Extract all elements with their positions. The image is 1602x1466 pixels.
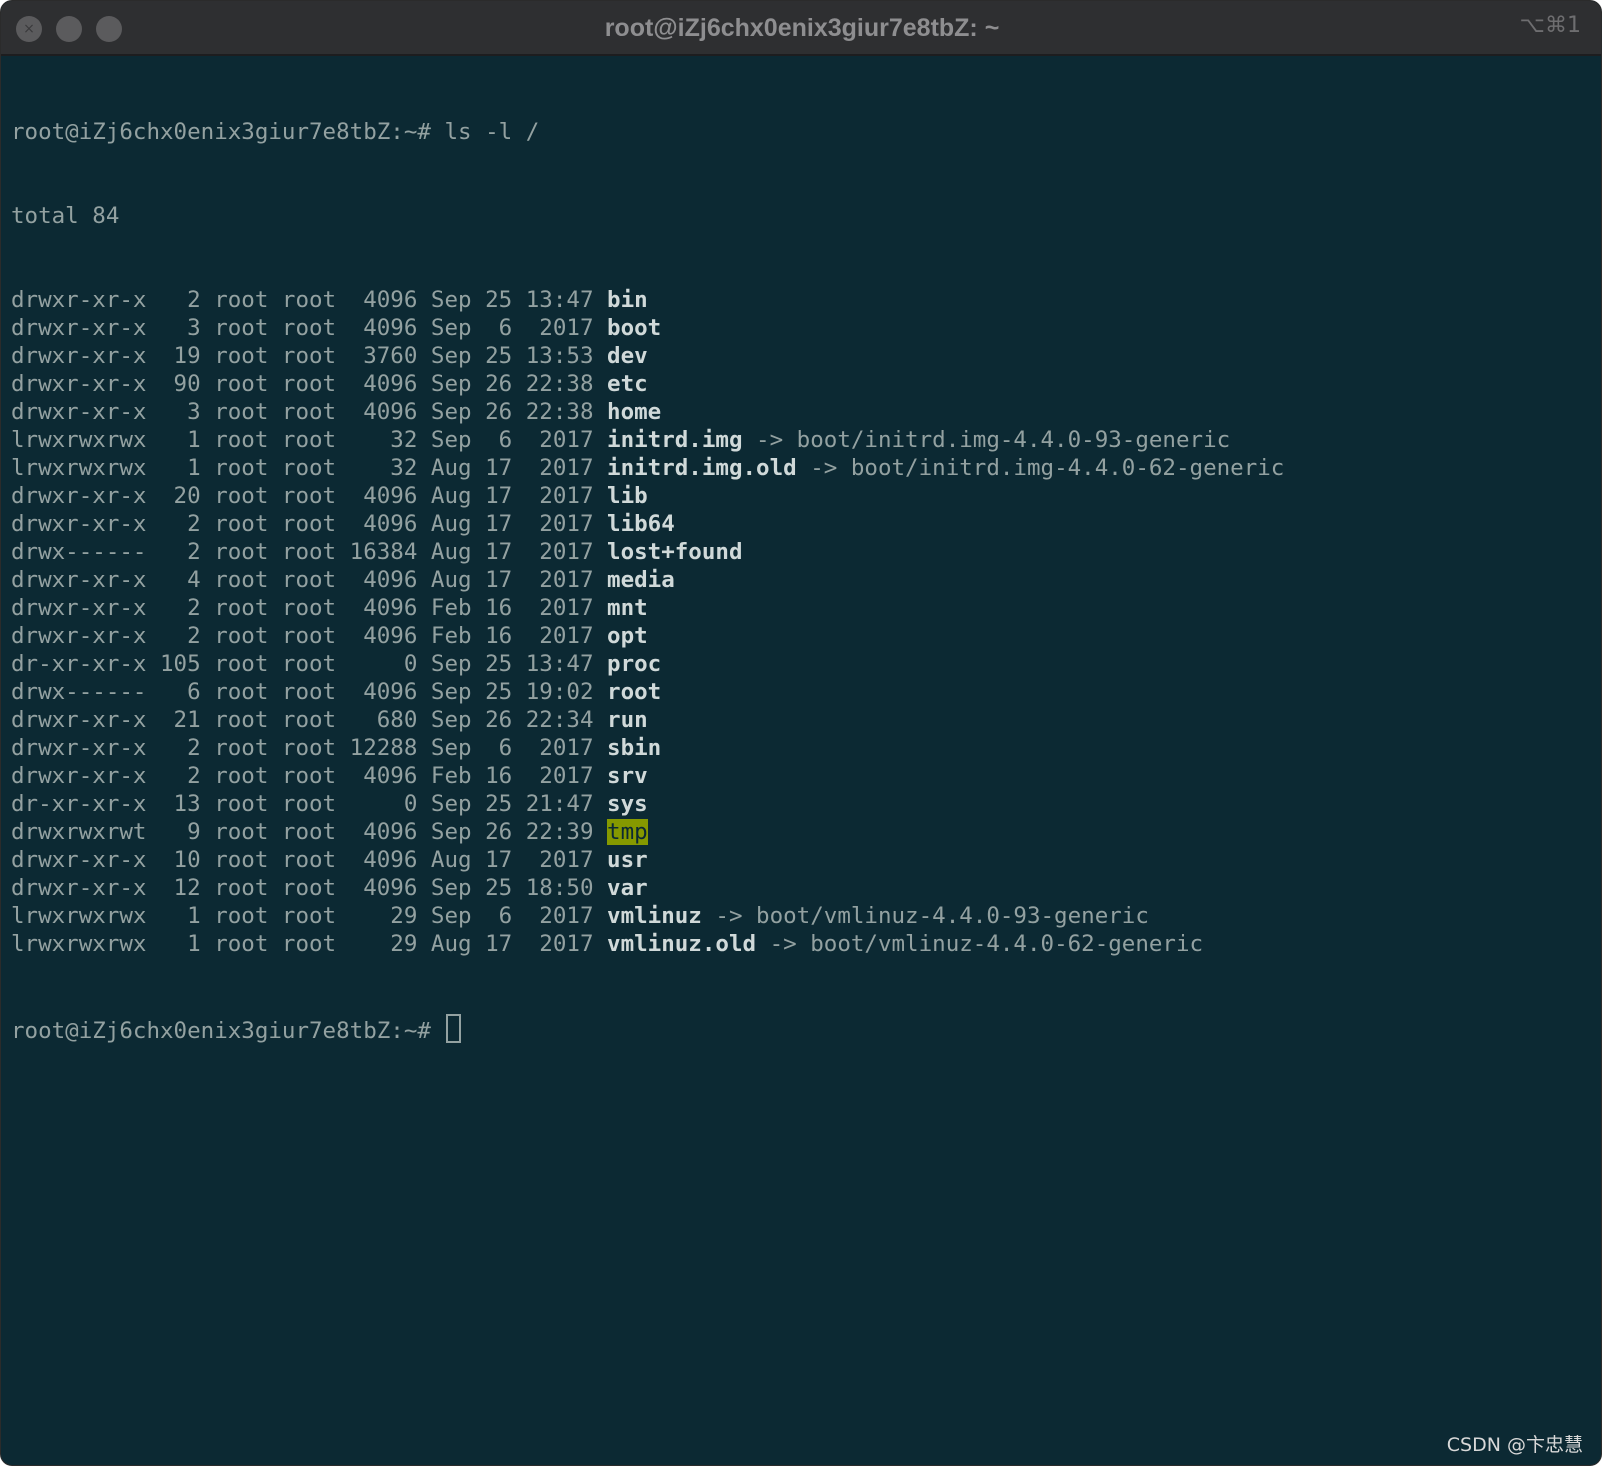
file-name: opt: [607, 623, 648, 649]
listing-row: drwx------ 2 root root 16384 Aug 17 2017…: [11, 538, 1591, 566]
file-meta: drwxr-xr-x 12 root root 4096 Sep 25 18:5…: [11, 875, 594, 901]
listing-row: drwxr-xr-x 4 root root 4096 Aug 17 2017 …: [11, 566, 1591, 594]
file-name: home: [607, 399, 662, 425]
file-name: bin: [607, 287, 648, 313]
file-name: lib64: [607, 511, 675, 537]
file-name: vmlinuz: [607, 903, 702, 929]
file-meta: drwxr-xr-x 3 root root 4096 Sep 26 22:38: [11, 399, 594, 425]
prompt: root@iZj6chx0enix3giur7e8tbZ:~#: [11, 1018, 431, 1044]
file-name: usr: [607, 847, 648, 873]
file-meta: dr-xr-xr-x 105 root root 0 Sep 25 13:47: [11, 651, 594, 677]
terminal-window: × root@iZj6chx0enix3giur7e8tbZ: ~ ⌥⌘1 ro…: [0, 0, 1602, 1466]
window-title: root@iZj6chx0enix3giur7e8tbZ: ~: [604, 14, 1000, 42]
total-line: total 84: [11, 203, 120, 229]
file-name: mnt: [607, 595, 648, 621]
file-name: lost+found: [607, 539, 743, 565]
file-meta: drwxr-xr-x 2 root root 4096 Sep 25 13:47: [11, 287, 594, 313]
file-name: initrd.img.old: [607, 455, 797, 481]
file-name: dev: [607, 343, 648, 369]
listing-row: drwxr-xr-x 2 root root 4096 Feb 16 2017 …: [11, 762, 1591, 790]
listing-row: dr-xr-xr-x 105 root root 0 Sep 25 13:47 …: [11, 650, 1591, 678]
listing-row: drwx------ 6 root root 4096 Sep 25 19:02…: [11, 678, 1591, 706]
prompt-line: root@iZj6chx0enix3giur7e8tbZ:~#: [11, 1014, 1591, 1044]
file-meta: lrwxrwxrwx 1 root root 32 Sep 6 2017: [11, 427, 594, 453]
listing-row: lrwxrwxrwx 1 root root 29 Sep 6 2017 vml…: [11, 902, 1591, 930]
watermark: CSDN @卞忠慧: [1446, 1434, 1583, 1456]
file-meta: drwxr-xr-x 3 root root 4096 Sep 6 2017: [11, 315, 594, 341]
listing-row: drwxr-xr-x 20 root root 4096 Aug 17 2017…: [11, 482, 1591, 510]
file-meta: drwxr-xr-x 2 root root 4096 Feb 16 2017: [11, 595, 594, 621]
keyboard-shortcut: ⌥⌘1: [1519, 13, 1581, 38]
file-meta: drwxrwxrwt 9 root root 4096 Sep 26 22:39: [11, 819, 594, 845]
file-meta: drwxr-xr-x 90 root root 4096 Sep 26 22:3…: [11, 371, 594, 397]
file-name: initrd.img: [607, 427, 743, 453]
listing-row: drwxr-xr-x 90 root root 4096 Sep 26 22:3…: [11, 370, 1591, 398]
file-name: root: [607, 679, 662, 705]
file-meta: lrwxrwxrwx 1 root root 32 Aug 17 2017: [11, 455, 594, 481]
listing-row: drwxr-xr-x 2 root root 12288 Sep 6 2017 …: [11, 734, 1591, 762]
listing-row: drwxr-xr-x 21 root root 680 Sep 26 22:34…: [11, 706, 1591, 734]
file-meta: drwx------ 6 root root 4096 Sep 25 19:02: [11, 679, 594, 705]
file-name: run: [607, 707, 648, 733]
command-line: root@iZj6chx0enix3giur7e8tbZ:~# ls -l /: [11, 118, 1591, 146]
file-meta: drwxr-xr-x 2 root root 4096 Feb 16 2017: [11, 623, 594, 649]
file-meta: drwxr-xr-x 19 root root 3760 Sep 25 13:5…: [11, 343, 594, 369]
symlink-target: -> boot/initrd.img-4.4.0-62-generic: [810, 455, 1285, 481]
file-meta: drwxr-xr-x 2 root root 12288 Sep 6 2017: [11, 735, 594, 761]
symlink-target: -> boot/vmlinuz-4.4.0-93-generic: [715, 903, 1149, 929]
file-meta: drwxr-xr-x 4 root root 4096 Aug 17 2017: [11, 567, 594, 593]
file-name: tmp: [607, 819, 648, 845]
file-name: var: [607, 875, 648, 901]
file-meta: drwxr-xr-x 2 root root 4096 Aug 17 2017: [11, 511, 594, 537]
file-meta: dr-xr-xr-x 13 root root 0 Sep 25 21:47: [11, 791, 594, 817]
symlink-target: -> boot/initrd.img-4.4.0-93-generic: [756, 427, 1231, 453]
listing-row: lrwxrwxrwx 1 root root 32 Aug 17 2017 in…: [11, 454, 1591, 482]
listing-row: drwxr-xr-x 12 root root 4096 Sep 25 18:5…: [11, 874, 1591, 902]
file-name: sbin: [607, 735, 662, 761]
listing-row: lrwxrwxrwx 1 root root 29 Aug 17 2017 vm…: [11, 930, 1591, 958]
file-meta: drwxr-xr-x 20 root root 4096 Aug 17 2017: [11, 483, 594, 509]
file-meta: drwxr-xr-x 2 root root 4096 Feb 16 2017: [11, 763, 594, 789]
listing-row: drwxr-xr-x 2 root root 4096 Feb 16 2017 …: [11, 622, 1591, 650]
file-name: lib: [607, 483, 648, 509]
listing-row: drwxr-xr-x 19 root root 3760 Sep 25 13:5…: [11, 342, 1591, 370]
listing-row: drwxr-xr-x 2 root root 4096 Sep 25 13:47…: [11, 286, 1591, 314]
listing-row: drwxr-xr-x 3 root root 4096 Sep 6 2017 b…: [11, 314, 1591, 342]
file-meta: lrwxrwxrwx 1 root root 29 Aug 17 2017: [11, 931, 594, 957]
file-name: srv: [607, 763, 648, 789]
listing-row: drwxrwxrwt 9 root root 4096 Sep 26 22:39…: [11, 818, 1591, 846]
symlink-target: -> boot/vmlinuz-4.4.0-62-generic: [769, 931, 1204, 957]
listing-row: drwxr-xr-x 3 root root 4096 Sep 26 22:38…: [11, 398, 1591, 426]
listing-row: lrwxrwxrwx 1 root root 32 Sep 6 2017 ini…: [11, 426, 1591, 454]
terminal-output[interactable]: root@iZj6chx0enix3giur7e8tbZ:~# ls -l / …: [11, 62, 1591, 1435]
file-meta: drwxr-xr-x 10 root root 4096 Aug 17 2017: [11, 847, 594, 873]
listing-row: drwxr-xr-x 10 root root 4096 Aug 17 2017…: [11, 846, 1591, 874]
file-meta: lrwxrwxrwx 1 root root 29 Sep 6 2017: [11, 903, 594, 929]
file-name: vmlinuz.old: [607, 931, 757, 957]
listing: drwxr-xr-x 2 root root 4096 Sep 25 13:47…: [11, 286, 1591, 958]
cursor: [446, 1014, 462, 1043]
title-bar[interactable]: × root@iZj6chx0enix3giur7e8tbZ: ~ ⌥⌘1: [1, 1, 1601, 56]
prompt: root@iZj6chx0enix3giur7e8tbZ:~#: [11, 119, 431, 145]
listing-row: drwxr-xr-x 2 root root 4096 Aug 17 2017 …: [11, 510, 1591, 538]
file-name: boot: [607, 315, 662, 341]
file-meta: drwxr-xr-x 21 root root 680 Sep 26 22:34: [11, 707, 594, 733]
listing-row: dr-xr-xr-x 13 root root 0 Sep 25 21:47 s…: [11, 790, 1591, 818]
file-name: etc: [607, 371, 648, 397]
file-name: media: [607, 567, 675, 593]
file-meta: drwx------ 2 root root 16384 Aug 17 2017: [11, 539, 594, 565]
file-name: proc: [607, 651, 662, 677]
command: ls -l /: [444, 119, 540, 145]
listing-row: drwxr-xr-x 2 root root 4096 Feb 16 2017 …: [11, 594, 1591, 622]
file-name: sys: [607, 791, 648, 817]
